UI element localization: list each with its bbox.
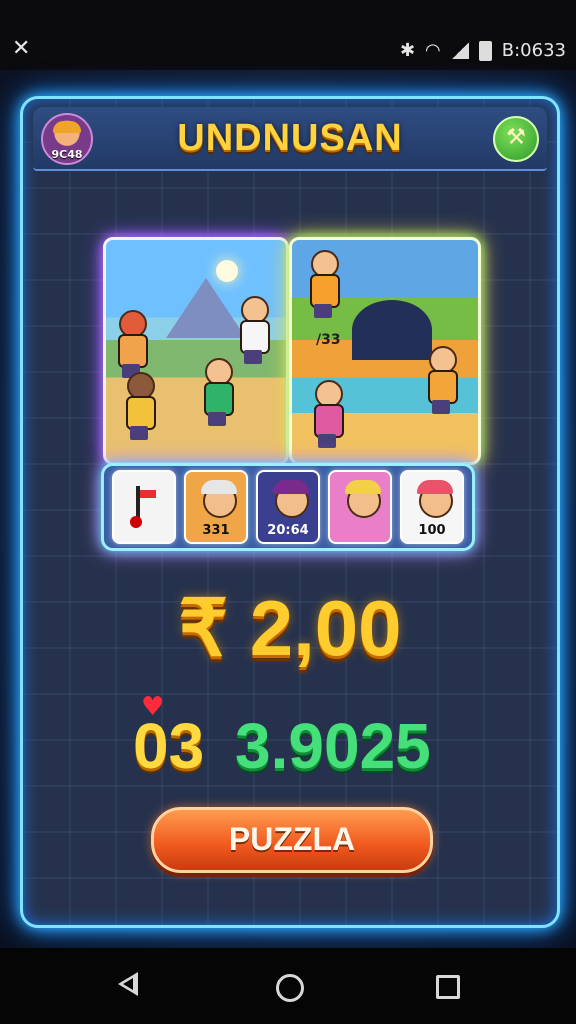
tray-tile-3[interactable]: 20:64 — [256, 470, 320, 544]
puzzle-piece-right[interactable]: /33 — [289, 237, 481, 465]
lives-counter: 03 — [133, 710, 205, 782]
cave-shape — [352, 300, 432, 360]
wifi-icon: ◠ — [425, 40, 441, 61]
tile-label: 331 — [202, 523, 230, 538]
character-kid-crown — [306, 250, 340, 318]
game-header: 9C48 UNDNUSAN ⚒ — [33, 107, 547, 171]
clock: B:0633 — [501, 40, 566, 61]
status-bar: ✕ ✱ ◠ B:0633 — [0, 0, 576, 70]
tray-tile-1[interactable] — [112, 470, 176, 544]
home-icon[interactable] — [276, 974, 304, 1002]
tray-tile-2[interactable]: 331 — [184, 470, 248, 544]
character-boy-helmet-2 — [424, 346, 458, 414]
android-nav-bar — [0, 948, 576, 1024]
piece-tray: 331 20:64 100 — [101, 463, 475, 551]
bluetooth-icon: ✱ — [399, 40, 416, 61]
status-icons: ✱ ◠ B:0633 — [400, 40, 566, 61]
mountain-shape — [166, 278, 246, 338]
tray-tile-4[interactable] — [328, 470, 392, 544]
character-woman — [236, 296, 270, 364]
hammer-icon[interactable]: ⚒ — [493, 116, 539, 162]
tile-label: 100 — [418, 523, 446, 538]
puzzle-piece-left[interactable] — [103, 237, 289, 465]
character-boy — [122, 372, 156, 440]
game-title: UNDNUSAN — [177, 117, 403, 159]
recent-apps-icon[interactable] — [436, 975, 460, 999]
character-dino-girl — [114, 310, 148, 378]
score-counter: 3.9025 — [235, 710, 431, 782]
character-old-man — [310, 380, 344, 448]
signal-icon — [450, 42, 469, 59]
tray-tile-5[interactable]: 100 — [400, 470, 464, 544]
price-display: ₹ 2,00 — [178, 584, 402, 672]
piece-label: /33 — [316, 332, 341, 348]
battery-icon — [478, 40, 492, 61]
game-board-frame: 9C48 UNDNUSAN ⚒ /33 331 20:64 100 ₹ 2,00… — [20, 96, 560, 928]
tile-label: 20:64 — [267, 523, 309, 538]
game-stage: 9C48 UNDNUSAN ⚒ /33 331 20:64 100 ₹ 2,00… — [0, 70, 576, 948]
puzzle-play-button[interactable]: PUZZLA — [151, 807, 433, 873]
character-boy-helmet — [200, 358, 234, 426]
close-x-icon[interactable]: ✕ — [12, 36, 30, 61]
